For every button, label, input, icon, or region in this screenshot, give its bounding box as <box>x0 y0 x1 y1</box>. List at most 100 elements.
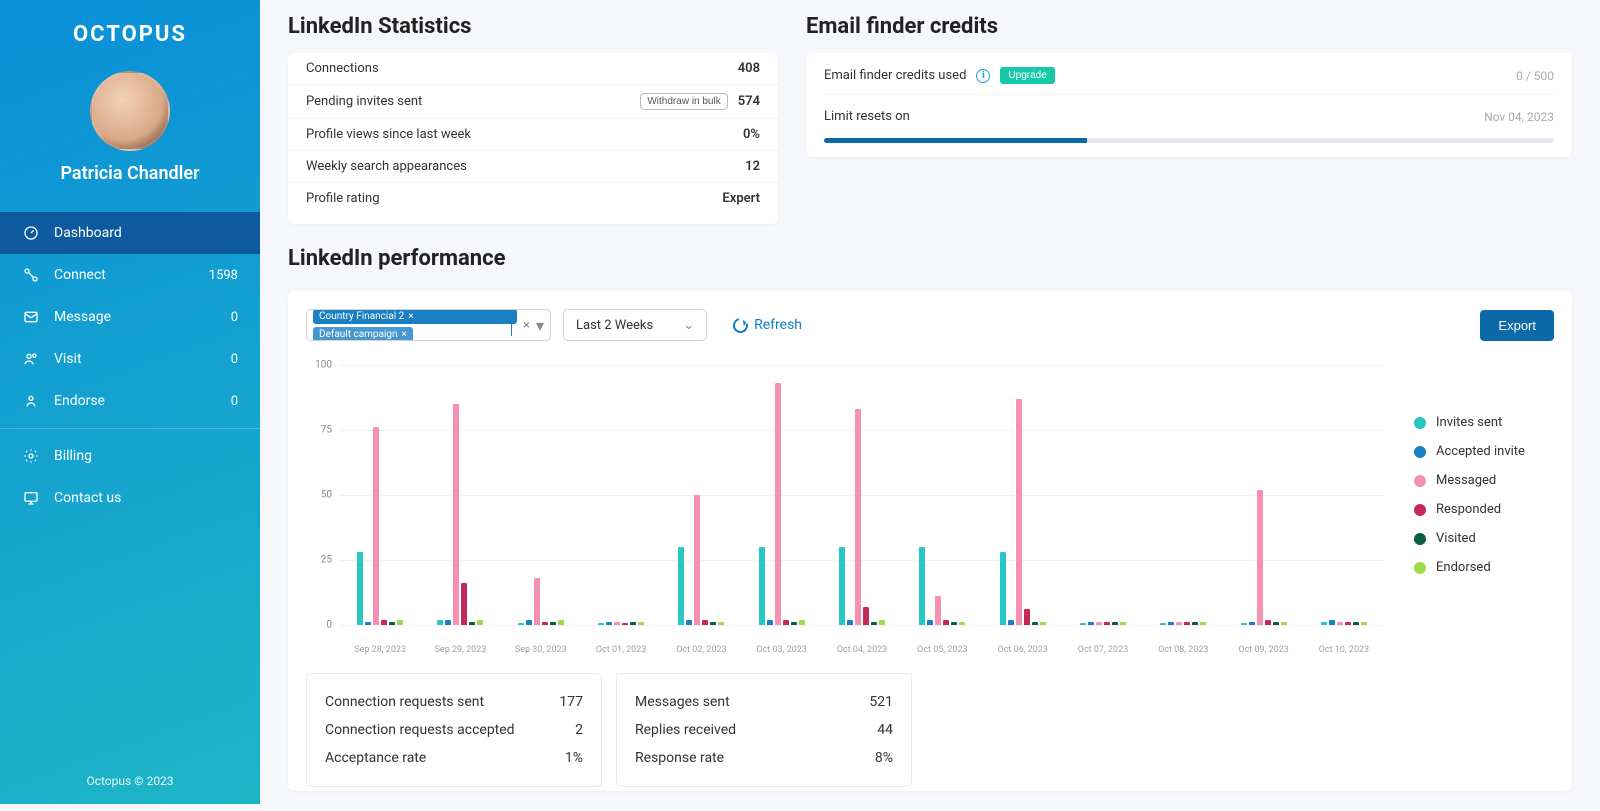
close-icon[interactable]: × <box>408 311 413 322</box>
campaign-tag: Country Financial 2 × <box>313 309 517 324</box>
bar-accepted-invite <box>767 620 773 625</box>
main-content: LinkedIn Statistics Connections408Pendin… <box>260 0 1600 811</box>
legend-dot <box>1414 417 1426 429</box>
contact-icon <box>22 489 40 507</box>
refresh-button[interactable]: Refresh <box>733 317 802 333</box>
summary-line: Acceptance rate1% <box>325 744 583 772</box>
sidebar-item-count: 0 <box>231 352 238 367</box>
clear-selection-icon[interactable]: × <box>523 318 530 333</box>
bar-invites-sent <box>1321 622 1327 625</box>
summary-value: 2 <box>575 722 583 738</box>
bar-messaged <box>1096 622 1102 625</box>
export-button[interactable]: Export <box>1480 310 1554 341</box>
sidebar-item-endorse[interactable]: Endorse0 <box>0 380 260 422</box>
stat-label: Weekly search appearances <box>306 159 467 174</box>
period-selector[interactable]: Last 2 Weeks ⌄ <box>563 309 707 341</box>
bar-endorsed <box>879 620 885 625</box>
bar-responded <box>943 620 949 625</box>
bar-invites-sent <box>357 552 363 625</box>
message-icon <box>22 308 40 326</box>
brand-logo: OCTOPUS <box>0 0 260 61</box>
bar-endorsed <box>959 622 965 625</box>
legend-item[interactable]: Endorsed <box>1414 560 1554 575</box>
bar-responded <box>702 620 708 625</box>
credits-card: Email finder credits used i Upgrade 0 / … <box>806 53 1572 157</box>
performance-title: LinkedIn performance <box>288 246 1572 271</box>
withdraw-button[interactable]: Withdraw in bulk <box>640 93 727 110</box>
x-axis-label: Sep 30, 2023 <box>501 645 581 655</box>
summary-value: 521 <box>869 694 893 710</box>
visit-icon <box>22 350 40 368</box>
bar-accepted-invite <box>927 620 933 625</box>
bar-accepted-invite <box>1249 622 1255 625</box>
legend-item[interactable]: Invites sent <box>1414 415 1554 430</box>
stat-label: Profile rating <box>306 191 380 206</box>
x-axis-label: Oct 06, 2023 <box>983 645 1063 655</box>
legend-dot <box>1414 446 1426 458</box>
legend-dot <box>1414 504 1426 516</box>
stat-value: 12 <box>745 159 760 174</box>
sidebar-item-label: Message <box>54 309 231 325</box>
endorse-icon <box>22 392 40 410</box>
close-icon[interactable]: × <box>402 329 407 340</box>
period-label: Last 2 Weeks <box>576 318 653 333</box>
bar-responded <box>542 622 548 625</box>
credits-count: 0 / 500 <box>1516 69 1554 83</box>
bar-messaged <box>935 596 941 625</box>
reset-label: Limit resets on <box>824 109 910 124</box>
summary-line: Messages sent521 <box>635 688 893 716</box>
sidebar-item-contact-us[interactable]: Contact us <box>0 477 260 519</box>
credits-progress <box>824 138 1554 143</box>
info-icon[interactable]: i <box>976 69 990 83</box>
summary-value: 8% <box>875 750 893 766</box>
bar-messaged <box>534 578 540 625</box>
sidebar-item-message[interactable]: Message0 <box>0 296 260 338</box>
sidebar-item-visit[interactable]: Visit0 <box>0 338 260 380</box>
avatar[interactable] <box>90 71 170 151</box>
legend-label: Accepted invite <box>1436 444 1525 459</box>
summary-label: Connection requests accepted <box>325 722 515 738</box>
bar-accepted-invite <box>1168 622 1174 625</box>
legend-label: Invites sent <box>1436 415 1502 430</box>
legend-item[interactable]: Responded <box>1414 502 1554 517</box>
summary-label: Connection requests sent <box>325 694 484 710</box>
sidebar-item-label: Connect <box>54 267 209 283</box>
summary-label: Response rate <box>635 750 724 766</box>
chevron-down-icon[interactable]: ▾ <box>536 316 544 335</box>
sidebar-item-dashboard[interactable]: Dashboard <box>0 212 260 254</box>
stat-row: Weekly search appearances 12 <box>288 150 778 182</box>
user-name: Patricia Chandler <box>0 163 260 184</box>
x-axis-label: Oct 09, 2023 <box>1223 645 1303 655</box>
bar-endorsed <box>1040 622 1046 625</box>
sidebar-item-billing[interactable]: Billing <box>0 435 260 477</box>
legend-label: Messaged <box>1436 473 1496 488</box>
legend-item[interactable]: Messaged <box>1414 473 1554 488</box>
x-axis-label: Oct 08, 2023 <box>1143 645 1223 655</box>
legend-item[interactable]: Visited <box>1414 531 1554 546</box>
campaign-selector[interactable]: Country Financial 2 × Default campaign ×… <box>306 309 551 341</box>
upgrade-button[interactable]: Upgrade <box>1000 67 1054 84</box>
legend-label: Visited <box>1436 531 1476 546</box>
bar-invites-sent <box>759 547 765 625</box>
bar-endorsed <box>1200 622 1206 625</box>
sidebar-item-connect[interactable]: Connect1598 <box>0 254 260 296</box>
stat-row: Profile views since last week0% <box>288 118 778 150</box>
credits-used-label: Email finder credits used <box>824 68 966 83</box>
legend-dot <box>1414 475 1426 487</box>
bar-accepted-invite <box>1088 622 1094 625</box>
credits-title: Email finder credits <box>806 14 1572 39</box>
summary-value: 44 <box>877 722 893 738</box>
bar-accepted-invite <box>445 620 451 625</box>
bar-endorsed <box>1361 622 1367 625</box>
summary-messages: Messages sent521Replies received44Respon… <box>616 673 912 787</box>
stat-value: 0% <box>743 127 760 142</box>
legend-item[interactable]: Accepted invite <box>1414 444 1554 459</box>
bar-responded <box>863 607 869 625</box>
bar-responded <box>461 583 467 625</box>
stats-title: LinkedIn Statistics <box>288 14 778 39</box>
billing-icon <box>22 447 40 465</box>
bar-visited <box>1192 622 1198 625</box>
summary-connections: Connection requests sent177Connection re… <box>306 673 602 787</box>
x-axis-label: Sep 28, 2023 <box>340 645 420 655</box>
nav-list: DashboardConnect1598Message0Visit0Endors… <box>0 212 260 756</box>
